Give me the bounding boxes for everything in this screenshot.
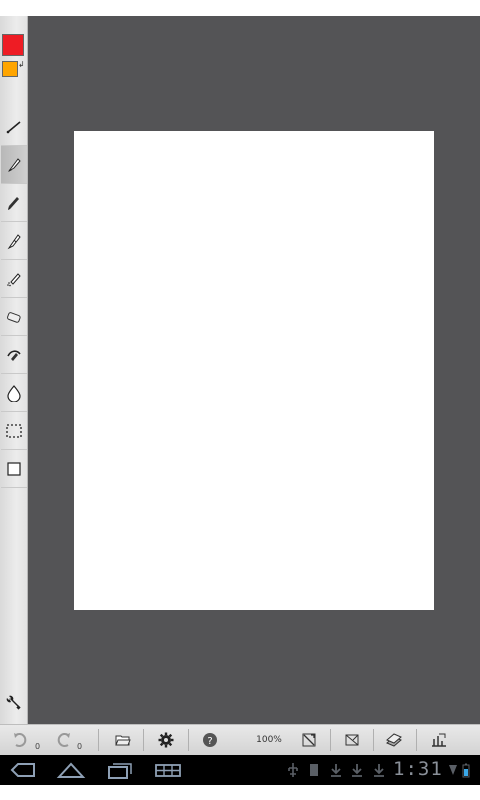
transform-button[interactable] — [339, 725, 365, 755]
toolbar-divider — [373, 729, 374, 751]
settings-button[interactable] — [153, 725, 179, 755]
download-icon — [350, 762, 364, 778]
brush-icon — [8, 157, 21, 172]
home-icon — [56, 762, 86, 778]
primary-color-swatch[interactable] — [2, 34, 24, 56]
smudge-tool[interactable] — [1, 336, 27, 374]
recent-apps-icon — [108, 763, 132, 779]
canvas-area[interactable] — [28, 16, 480, 724]
line-tool[interactable] — [1, 108, 27, 146]
pencil-icon — [8, 196, 19, 210]
undo-count: 0 — [35, 742, 41, 751]
toolbar-divider — [188, 729, 189, 751]
fit-view-button[interactable] — [297, 725, 321, 755]
undo-icon — [14, 733, 27, 747]
rect-icon — [7, 461, 21, 476]
redo-count: 0 — [77, 742, 83, 751]
pen-tool[interactable] — [1, 222, 27, 260]
airbrush-icon — [7, 272, 21, 286]
bottom-toolbar: 0 0 ? 100% — [0, 724, 480, 755]
grid-menu-icon — [155, 764, 181, 777]
gear-icon — [158, 732, 174, 748]
airbrush-tool[interactable] — [1, 260, 27, 298]
transform-icon — [345, 734, 359, 746]
wifi-icon — [448, 762, 458, 778]
top-strip — [0, 0, 480, 16]
drawing-canvas[interactable] — [74, 131, 434, 610]
back-icon — [10, 763, 35, 777]
back-button[interactable] — [8, 759, 38, 781]
recent-apps-button[interactable] — [104, 759, 134, 781]
battery-icon — [461, 762, 471, 778]
sd-card-icon — [307, 762, 321, 778]
toolbar-divider — [416, 729, 417, 751]
fit-view-icon — [302, 733, 316, 747]
line-icon — [6, 120, 21, 133]
pen-icon — [7, 233, 21, 249]
download-icon — [329, 762, 343, 778]
brush-tool[interactable] — [1, 146, 27, 184]
layers-button[interactable] — [381, 725, 407, 755]
open-file-button[interactable] — [110, 725, 136, 755]
menu-button[interactable] — [153, 759, 183, 781]
zoom-level[interactable]: 100% — [250, 725, 288, 755]
eraser-tool[interactable] — [1, 298, 27, 336]
left-toolbar: ↲ — [0, 16, 28, 724]
bottom-strip — [0, 785, 480, 800]
drop-icon — [7, 384, 21, 402]
redo-icon — [57, 733, 70, 747]
dashed-rect-icon — [6, 423, 22, 438]
help-button[interactable]: ? — [197, 725, 223, 755]
wrench-icon — [6, 695, 21, 710]
swap-colors-icon[interactable]: ↲ — [18, 61, 26, 69]
redo-button[interactable] — [52, 725, 76, 755]
help-icon: ? — [203, 733, 217, 747]
clock: 1:31 — [393, 758, 443, 780]
layers-icon — [386, 733, 402, 747]
usb-icon — [286, 762, 300, 778]
smudge-icon — [7, 349, 21, 361]
home-button[interactable] — [56, 759, 86, 781]
selection-tool[interactable] — [1, 412, 27, 450]
svg-text:?: ? — [207, 736, 212, 747]
share-button[interactable] — [426, 725, 452, 755]
layer-tool[interactable] — [1, 450, 27, 488]
download-icon — [372, 762, 386, 778]
undo-button[interactable] — [8, 725, 32, 755]
pencil-tool[interactable] — [1, 184, 27, 222]
toolbar-divider — [98, 729, 99, 751]
eraser-icon — [7, 311, 21, 323]
settings-tool[interactable] — [1, 684, 27, 722]
secondary-color-swatch[interactable] — [2, 61, 18, 77]
toolbar-divider — [330, 729, 331, 751]
folder-icon — [115, 735, 131, 746]
share-icon — [432, 733, 446, 747]
blur-tool[interactable] — [1, 374, 27, 412]
system-bar: 1:31 — [0, 755, 480, 785]
toolbar-divider — [143, 729, 144, 751]
